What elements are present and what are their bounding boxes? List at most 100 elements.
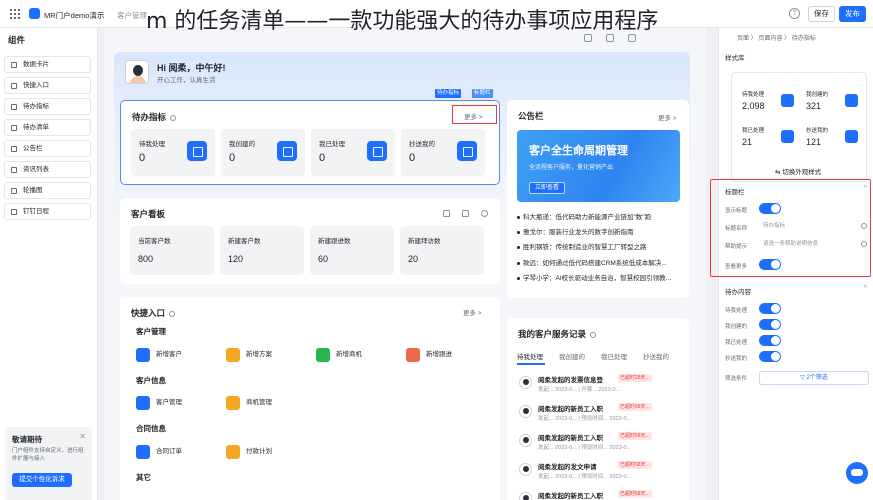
sidebar-item-notice[interactable]: 公告栏 xyxy=(4,140,91,157)
quick-add-opportunity[interactable]: 新增商机 xyxy=(316,348,362,362)
refresh-icon[interactable] xyxy=(481,210,488,217)
news-icon xyxy=(11,167,17,173)
overdue-badge: 已超时68天... xyxy=(618,461,652,469)
help-icon[interactable]: ? xyxy=(789,8,800,19)
content-toggle-pending[interactable] xyxy=(759,303,781,314)
save-button[interactable]: 保存 xyxy=(808,6,835,22)
app-name[interactable]: MR门户demo演示 xyxy=(44,10,104,21)
overdue-badge: 已超时68天... xyxy=(618,432,652,440)
quick-add-customer[interactable]: 新增客户 xyxy=(136,348,182,362)
stat-label: 我创建的 xyxy=(229,141,255,148)
mini-value: 21 xyxy=(742,137,753,147)
stat-cc[interactable]: 抄送我的 0 xyxy=(401,129,485,176)
sidebar-item-carousel[interactable]: 轮播图 xyxy=(4,182,91,199)
tab-created[interactable]: 我创建的 xyxy=(559,351,585,361)
sidebar-item-label: 待办指标 xyxy=(23,103,49,110)
breadcrumb-item[interactable]: 页面内容 xyxy=(758,36,782,42)
mini-value: 121 xyxy=(806,137,822,147)
notice-banner[interactable]: 客户全生命周期管理 全流程客户服务，量化营销产出 立即查看 xyxy=(517,130,680,202)
content-toggle-processed[interactable] xyxy=(759,335,781,346)
news-item[interactable]: 雅戈尔：服装行业龙头的数字创新指南 xyxy=(517,226,682,236)
record-meta: 发起... 2023-0... | 预设时间... 2023-0... xyxy=(538,474,632,480)
notice-more-link[interactable]: 更多 > xyxy=(658,112,677,122)
sidebar-item-label: 资讯列表 xyxy=(23,166,49,173)
mini-label: 我已处理 xyxy=(742,128,765,134)
news-item[interactable]: 胜利钢铁：传统制造业的智慧工厂转型之路 xyxy=(517,241,682,251)
content-toggle-created[interactable] xyxy=(759,319,781,330)
quick-payment-plan[interactable]: 付款计划 xyxy=(226,445,272,459)
sidebar-item-todo-metrics[interactable]: 待办指标 xyxy=(4,98,91,115)
sidebar-item-todo-list[interactable]: 待办清单 xyxy=(4,119,91,136)
mobile-view-icon[interactable] xyxy=(606,34,614,42)
quick-customer-mgmt[interactable]: 客户管理 xyxy=(136,396,182,410)
link-icon[interactable] xyxy=(443,210,450,217)
app-grid-icon[interactable] xyxy=(10,9,20,19)
greeting-title: Hi 阅柔，中午好! xyxy=(157,63,226,73)
promo-card: 敬请期待 ✕ 门户组件支持自定义，进行组件扩展与接入 提交个性化诉求 xyxy=(5,427,92,500)
stat-label: 待我处理 xyxy=(139,141,165,148)
stat-value: 0 xyxy=(229,152,236,164)
stat-pending[interactable]: 待我处理 0 xyxy=(131,129,215,176)
group-title: 合同信息 xyxy=(136,424,166,433)
sidebar-item-news[interactable]: 资讯列表 xyxy=(4,161,91,178)
mini-value: 2,098 xyxy=(742,101,765,111)
page-name[interactable]: 客户管理 xyxy=(117,10,147,21)
chevron-up-icon[interactable]: ^ xyxy=(864,285,867,292)
stat-created[interactable]: 我创建的 0 xyxy=(221,129,305,176)
sidebar-item-schedule[interactable]: 钉钉日程 xyxy=(4,203,91,220)
kpi-current-customers: 当前客户数 800 xyxy=(130,226,214,275)
submit-request-button[interactable]: 提交个性化诉求 xyxy=(12,473,72,487)
desktop-view-icon[interactable] xyxy=(584,34,592,42)
preview-icon[interactable] xyxy=(628,34,636,42)
kpi-new-customers: 新建客户数 120 xyxy=(220,226,304,275)
record-item[interactable]: 阅柔发起的新员工入职 已超时68天... 发起... 2023-0... | 预… xyxy=(517,431,682,455)
tab-cc[interactable]: 抄送我的 xyxy=(643,351,669,361)
list-icon xyxy=(11,125,17,131)
notice-icon xyxy=(11,146,17,152)
filter-button[interactable]: ▽ 2个筛选 xyxy=(759,371,869,385)
tab-processed[interactable]: 我已处理 xyxy=(601,351,627,361)
publish-button[interactable]: 发布 xyxy=(839,6,866,22)
record-title: 阅柔发起的发票信息登 xyxy=(538,377,603,384)
kpi-new-visits: 新建拜访数 20 xyxy=(400,226,484,275)
sidebar-item-label: 钉钉日程 xyxy=(23,208,49,215)
breadcrumb-item[interactable]: 页面 xyxy=(737,36,749,42)
card-icon xyxy=(11,62,17,68)
send-icon xyxy=(845,130,858,143)
record-item[interactable]: 阅柔发起的发文申请 已超时68天... 发起... 2023-0... | 预设… xyxy=(517,460,682,484)
create-icon xyxy=(845,94,858,107)
view-now-button[interactable]: 立即查看 xyxy=(529,182,565,194)
tab-pending[interactable]: 待我处理 xyxy=(517,351,543,361)
mini-stat: 抄送我的 121 xyxy=(804,125,860,153)
send-icon xyxy=(457,141,477,161)
quick-contract-order[interactable]: 合同订单 xyxy=(136,445,182,459)
wechat-icon xyxy=(316,348,330,362)
assistant-robot-icon[interactable] xyxy=(846,462,868,484)
user-avatar[interactable] xyxy=(125,60,149,84)
quick-more-link[interactable]: 更多 > xyxy=(463,307,482,317)
todo-metrics-card[interactable]: 待办指标 更多 > 待我处理 0 我创建的 0 我已处理 0 抄送我的 0 xyxy=(120,100,500,185)
sidebar-item-data-card[interactable]: 数据卡片 xyxy=(4,56,91,73)
news-item[interactable]: 学琴小学：AI校长驱动业务自治，智慧校园引领教... xyxy=(517,272,682,282)
sidebar-item-quick-entry[interactable]: 快捷入口 xyxy=(4,77,91,94)
stat-value: 0 xyxy=(319,152,326,164)
download-icon[interactable] xyxy=(462,210,469,217)
news-item[interactable]: 致远：如何通过低代码搭建CRM系统低成本解决... xyxy=(517,257,682,267)
close-icon[interactable]: ✕ xyxy=(79,432,86,441)
content-label: 我创建的 xyxy=(725,324,748,330)
kpi-value: 60 xyxy=(318,254,329,264)
stat-value: 0 xyxy=(409,152,416,164)
quick-add-plan[interactable]: 新增方案 xyxy=(226,348,272,362)
switch-style-button[interactable]: ⇆ 切换外观样式 xyxy=(775,166,821,176)
payment-icon xyxy=(226,445,240,459)
record-item[interactable]: 阅柔发起的新员工入职 已超时68天... 发起... 2023-0... | 预… xyxy=(517,402,682,426)
record-item[interactable]: 阅柔发起的发票信息登 已超时28天... 发起... 2023-0... | 开… xyxy=(517,373,682,397)
quick-opportunity-mgmt[interactable]: 商机管理 xyxy=(226,396,272,410)
record-item[interactable]: 阅柔发起的新员工入职 已超时68天... xyxy=(517,489,682,500)
highlight-more xyxy=(452,105,497,124)
news-item[interactable]: 科大瓶递：低代码助力新能源产业链加"数"跑 xyxy=(517,211,682,221)
quick-add-followup[interactable]: 新增跟进 xyxy=(406,348,452,362)
content-toggle-cc[interactable] xyxy=(759,351,781,362)
group-title: 其它 xyxy=(136,473,151,482)
stat-processed[interactable]: 我已处理 0 xyxy=(311,129,395,176)
